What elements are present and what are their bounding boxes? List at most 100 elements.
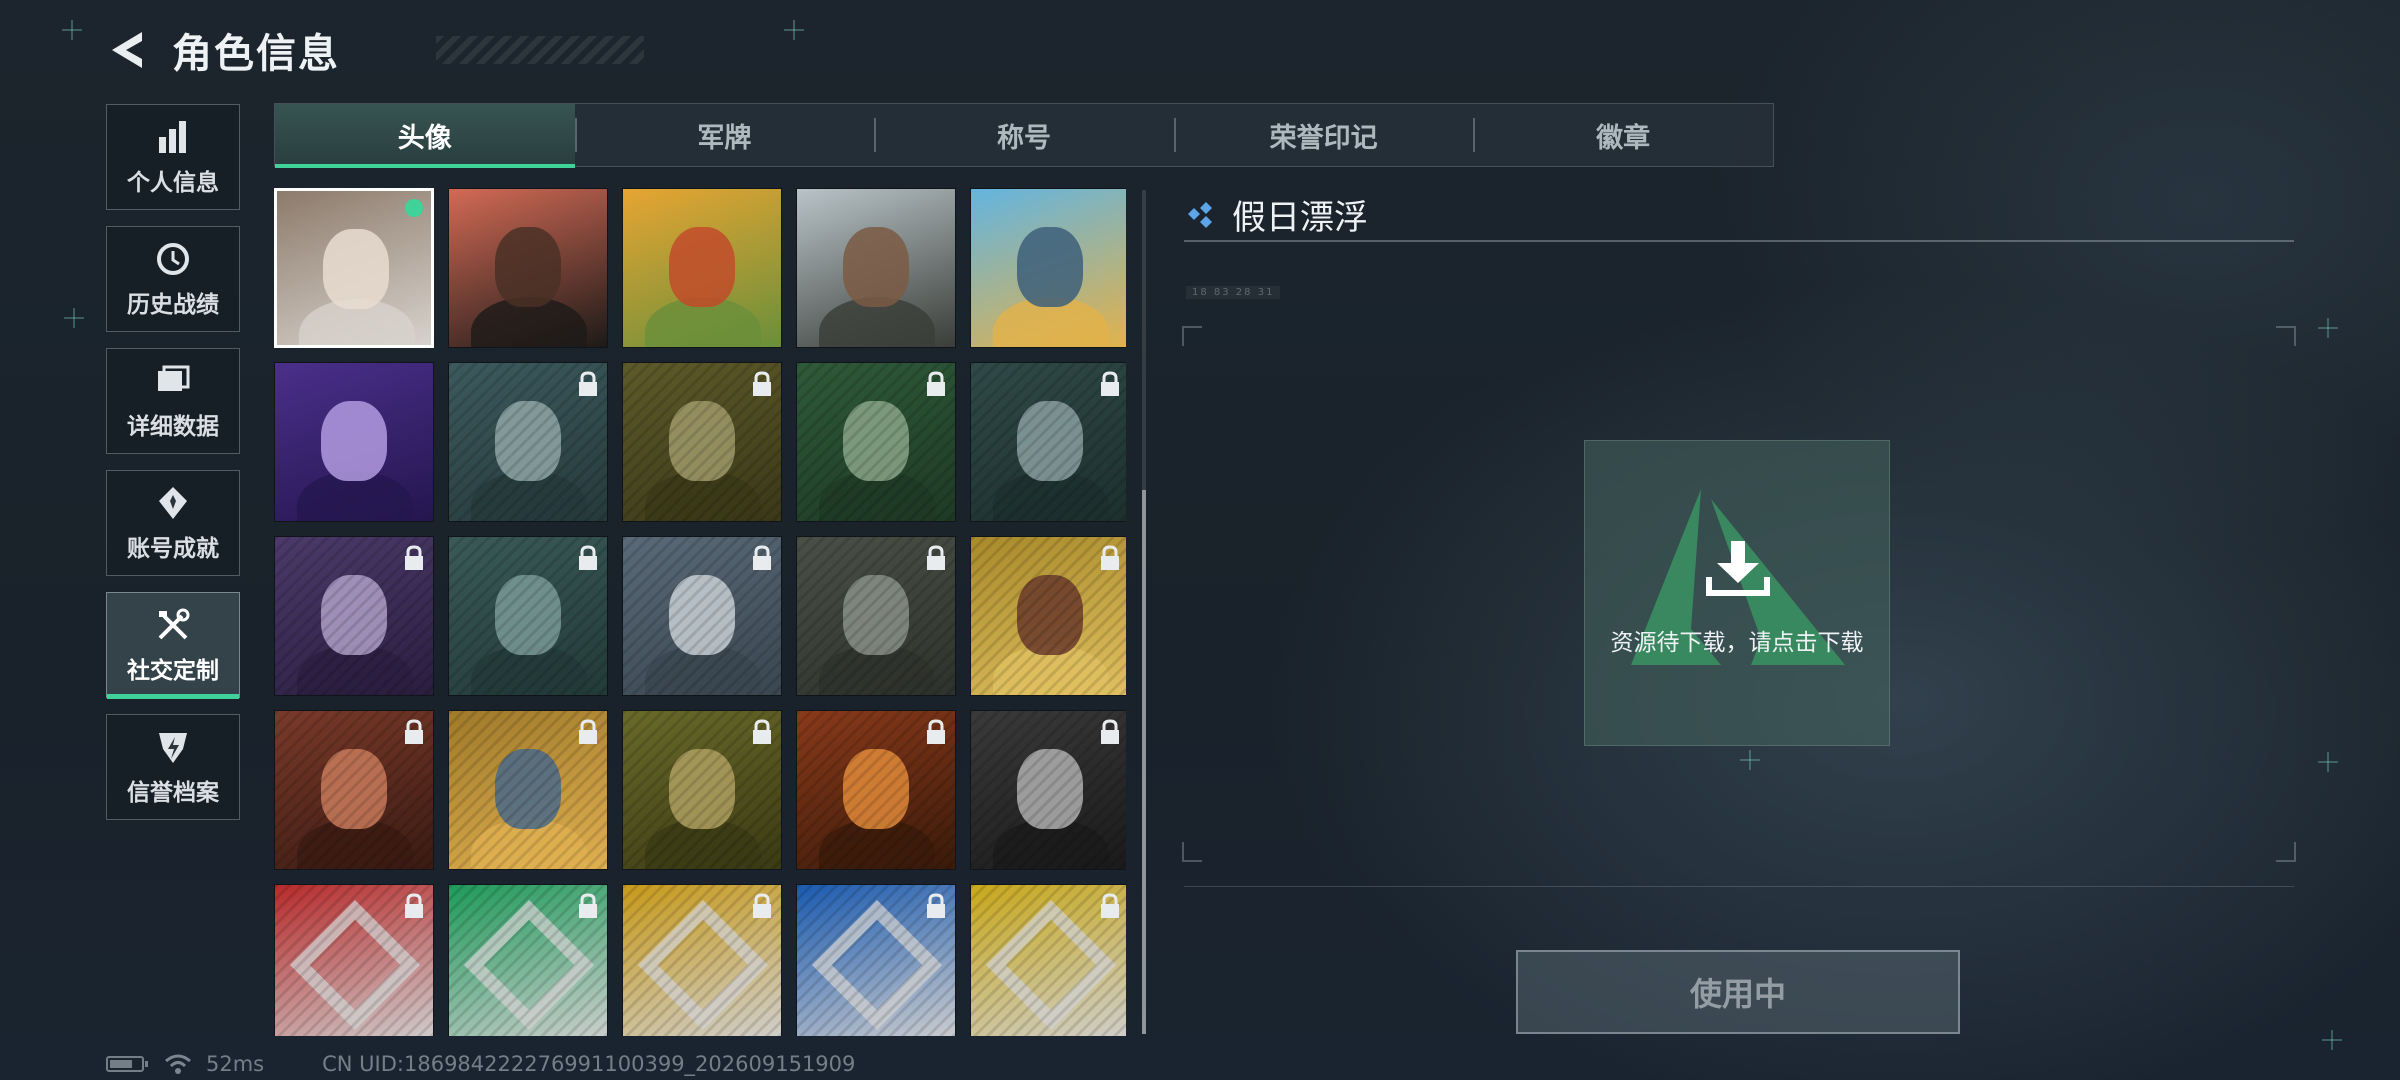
red-hair-woman-avatar[interactable] xyxy=(274,710,434,870)
frame-corner xyxy=(1182,842,1202,862)
scrollbar-thumb[interactable] xyxy=(1142,490,1146,1034)
sidebar-item-label: 信誉档案 xyxy=(127,780,219,806)
sidebar-item-label: 历史战绩 xyxy=(127,292,219,318)
deco-cross xyxy=(2318,318,2338,338)
lock-icon xyxy=(579,545,597,570)
avatar-grid xyxy=(274,188,1126,1036)
lock-icon xyxy=(405,545,423,570)
helicopter-field-avatar[interactable] xyxy=(796,536,956,696)
lock-icon xyxy=(579,719,597,744)
sidebar-item-history[interactable]: 历史战绩 xyxy=(106,226,240,332)
bald-soldier-avatar[interactable] xyxy=(622,362,782,522)
deco-cross xyxy=(64,308,84,328)
blue-hex-emblem-avatar[interactable] xyxy=(796,884,956,1036)
purple-glasses-man-avatar[interactable] xyxy=(274,362,434,522)
lock-icon xyxy=(1101,371,1119,396)
sidebar-item-social-customize[interactable]: 社交定制 xyxy=(106,592,240,699)
pilot-woman-avatar[interactable] xyxy=(448,362,608,522)
detail-header: 假日漂浮 xyxy=(1184,190,1368,239)
yellow-diamond-emblem-avatar[interactable] xyxy=(970,884,1126,1036)
tools-icon xyxy=(153,605,193,645)
fish-mascot-avatar[interactable] xyxy=(970,188,1126,348)
tab-avatar[interactable]: 头像 xyxy=(275,104,575,168)
frame-corner xyxy=(2276,842,2296,862)
lock-icon xyxy=(1101,545,1119,570)
deco-cross xyxy=(784,20,804,40)
avatar-figure-head xyxy=(669,227,735,307)
status-bar: 52ms CN UID:1869842222769911003​99_20260… xyxy=(106,1052,855,1076)
sidebar-item-label: 账号成就 xyxy=(127,536,219,562)
gift-mascot-avatar[interactable] xyxy=(970,536,1126,696)
eri-globe-emblem-avatar[interactable] xyxy=(448,710,608,870)
lock-icon xyxy=(579,371,597,396)
folder-data-icon xyxy=(153,361,193,401)
credit-shield-icon xyxy=(153,727,193,767)
title-decoration xyxy=(436,36,644,64)
divider xyxy=(1184,886,2294,887)
masked-helmet-avatar[interactable] xyxy=(448,536,608,696)
in-use-indicator xyxy=(405,199,423,217)
page-header: 角色信息 xyxy=(106,22,644,78)
avatar-figure-head xyxy=(1017,227,1083,307)
lock-icon xyxy=(753,893,771,918)
lock-icon xyxy=(753,545,771,570)
purple-woman-avatar[interactable] xyxy=(274,536,434,696)
sidebar: 个人信息 历史战绩 详细数据 账号成就 社交定制 信誉档案 xyxy=(106,104,242,836)
tab-honor-mark[interactable]: 荣誉印记 xyxy=(1173,104,1474,166)
deco-cross xyxy=(2322,1030,2342,1050)
avatar-figure-head xyxy=(495,227,561,307)
ping-value: 52ms xyxy=(206,1052,265,1076)
headset-soldier-red-avatar[interactable] xyxy=(448,188,608,348)
divider xyxy=(1184,240,2294,242)
green-cross-emblem-avatar[interactable] xyxy=(448,884,608,1036)
photo-cat-avatar[interactable] xyxy=(274,188,434,348)
bearded-operator-avatar[interactable] xyxy=(970,362,1126,522)
download-resource-button[interactable]: 资源待下载，请点击下载 xyxy=(1584,440,1890,746)
tab-title[interactable]: 称号 xyxy=(874,104,1174,166)
download-hint: 资源待下载，请点击下载 xyxy=(1610,630,1864,656)
sidebar-item-credit-record[interactable]: 信誉档案 xyxy=(106,714,240,820)
grid-scrollbar[interactable] xyxy=(1142,190,1146,1034)
download-icon xyxy=(1706,541,1770,596)
lock-icon xyxy=(1101,719,1119,744)
sidebar-item-detailed-data[interactable]: 详细数据 xyxy=(106,348,240,454)
pistol-soldier-avatar[interactable] xyxy=(970,710,1126,870)
lock-icon xyxy=(927,719,945,744)
wifi-icon xyxy=(165,1054,191,1074)
star-gear-emblem-avatar[interactable] xyxy=(622,536,782,696)
red-shield-emblem-avatar[interactable] xyxy=(274,884,434,1036)
avatar-figure-head xyxy=(323,229,389,309)
explosion-avatar[interactable] xyxy=(796,710,956,870)
user-uid: CN UID:1869842222769911003​99_2026091519… xyxy=(322,1052,856,1076)
yellow-a-emblem-avatar[interactable] xyxy=(622,884,782,1036)
tab-badge[interactable]: 徽章 xyxy=(1473,104,1773,166)
anime-soldier-dog-avatar[interactable] xyxy=(796,188,956,348)
glasses-man-avatar[interactable] xyxy=(622,710,782,870)
sidebar-item-personal-info[interactable]: 个人信息 xyxy=(106,104,240,210)
detail-meta: 18 83 28 31 xyxy=(1186,286,1281,299)
category-tabs: 头像 军牌 称号 荣誉印记 徽章 xyxy=(274,103,1774,168)
tab-dog-tag[interactable]: 军牌 xyxy=(574,104,875,166)
frame-corner xyxy=(1182,326,1202,346)
festive-emblem-avatar[interactable] xyxy=(622,188,782,348)
lock-icon xyxy=(927,893,945,918)
sidebar-item-label: 社交定制 xyxy=(127,658,219,684)
lock-icon xyxy=(927,371,945,396)
avatar-figure-head xyxy=(321,401,387,481)
lock-icon xyxy=(405,893,423,918)
lock-icon xyxy=(405,719,423,744)
deco-cross xyxy=(62,20,82,40)
battery-icon xyxy=(106,1056,148,1072)
sidebar-item-label: 详细数据 xyxy=(127,414,219,440)
diamond-cluster-icon xyxy=(1188,201,1212,228)
page-title: 角色信息 xyxy=(172,31,340,77)
lock-icon xyxy=(1101,893,1119,918)
back-arrow-icon[interactable] xyxy=(106,28,146,72)
lock-icon xyxy=(927,545,945,570)
avatar-figure-head xyxy=(843,227,909,307)
headset-operator-avatar[interactable] xyxy=(796,362,956,522)
sidebar-item-achievements[interactable]: 账号成就 xyxy=(106,470,240,576)
history-clock-icon xyxy=(153,239,193,279)
selected-avatar-name: 假日漂浮 xyxy=(1232,198,1368,238)
in-use-button[interactable]: 使用中 xyxy=(1516,950,1960,1034)
